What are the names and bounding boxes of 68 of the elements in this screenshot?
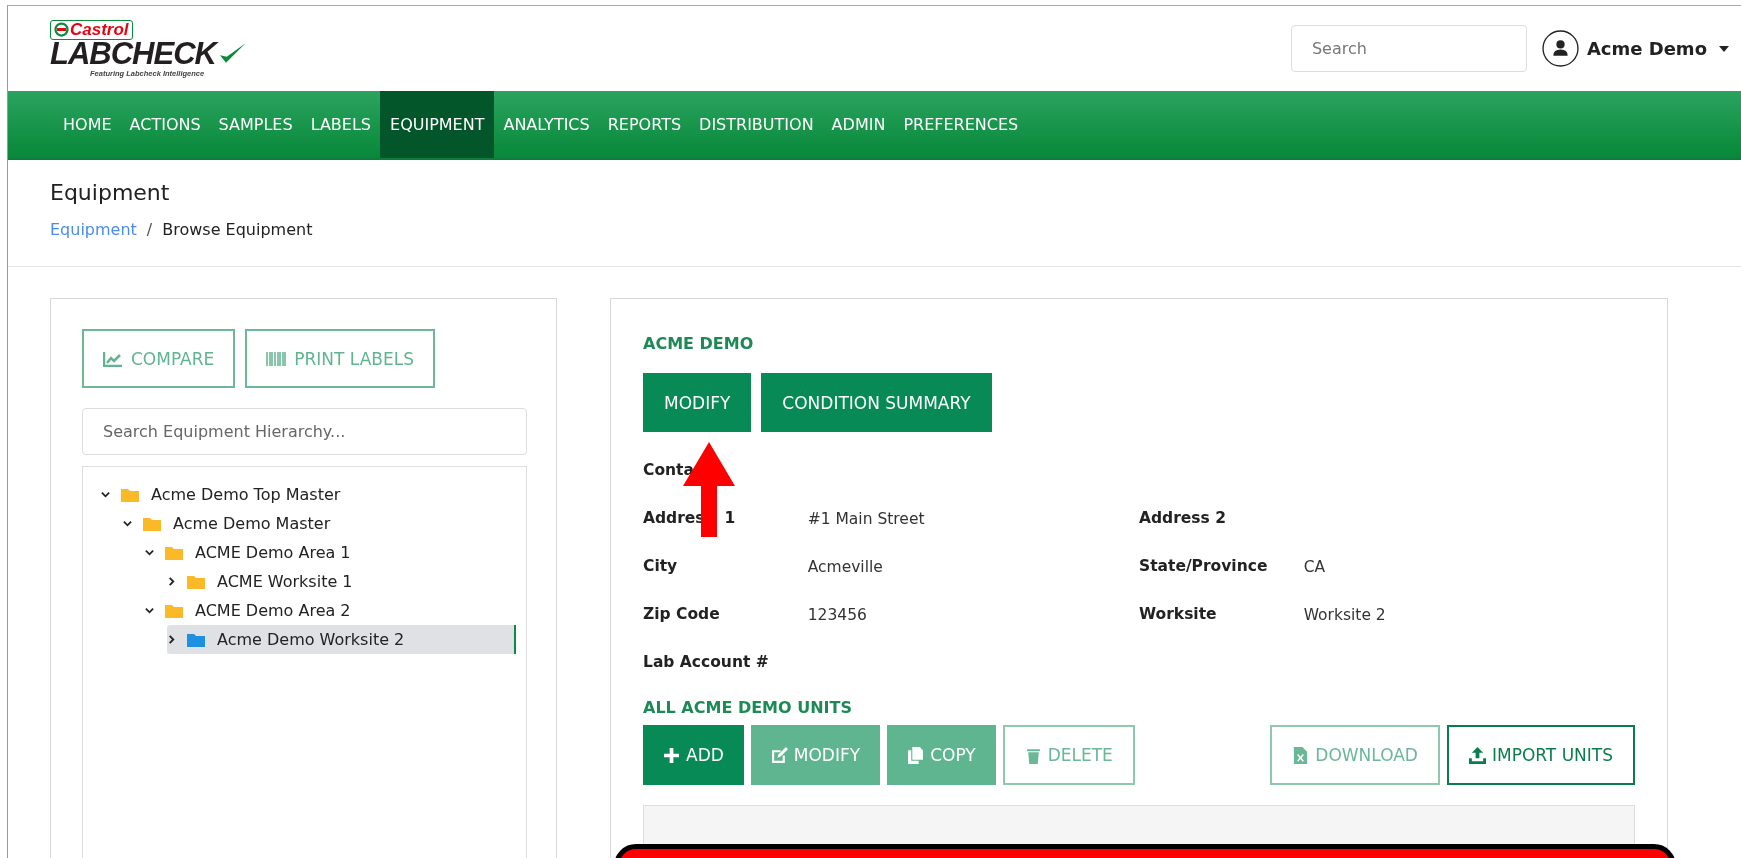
chevron-right-icon[interactable] <box>167 635 176 644</box>
nav-tab[interactable]: PREFERENCES <box>894 91 1028 158</box>
folder-icon <box>187 632 205 647</box>
nav-tab[interactable]: ANALYTICS <box>494 91 599 158</box>
folder-icon <box>143 516 161 531</box>
folder-icon <box>165 603 183 618</box>
field-label: Addres <box>643 509 705 527</box>
spreadsheet-icon <box>1292 746 1310 764</box>
field-label: Address 2 <box>1139 509 1226 527</box>
nav-tab[interactable]: ADMIN <box>822 91 895 158</box>
breadcrumb-current: Browse Equipment <box>162 220 313 239</box>
nav-tab[interactable]: SAMPLES <box>209 91 302 158</box>
tree-item[interactable]: ACME Worksite 1 <box>167 567 526 596</box>
print-labels-button[interactable]: PRINT LABELS <box>245 329 435 388</box>
section-title: ALL ACME DEMO UNITS <box>643 698 853 717</box>
hierarchy-search-field[interactable]: Search Equipment Hierarchy... <box>82 408 527 455</box>
field-label: Zip Code <box>643 605 720 623</box>
field-value: Acmeville <box>807 557 883 576</box>
field-label: Worksite <box>1139 605 1217 623</box>
condition-summary-button[interactable]: CONDITION SUMMARY <box>761 373 992 432</box>
caret-icon <box>1719 45 1729 52</box>
plus-icon <box>663 746 680 764</box>
folder-icon <box>121 487 139 502</box>
user-menu[interactable]: Acme Demo <box>1541 30 1729 67</box>
nav-tab[interactable]: HOME <box>54 91 121 158</box>
field-value: CA <box>1303 557 1326 576</box>
trash-icon <box>1024 746 1042 764</box>
add-button[interactable]: ADD <box>643 725 744 785</box>
field-label: 1 <box>724 509 736 527</box>
field-label: State/Province <box>1139 557 1268 575</box>
barcode-icon <box>266 350 287 367</box>
search-field[interactable]: Search <box>1290 25 1527 72</box>
field-label: Lab Account # <box>643 653 769 671</box>
chevron-right-icon[interactable] <box>167 577 176 586</box>
breadcrumb-link[interactable]: Equipment <box>50 220 137 239</box>
brand-logo: Castrol <box>50 19 133 40</box>
upload-icon <box>1468 746 1486 764</box>
chevron-down-icon[interactable] <box>101 490 110 499</box>
compare-button[interactable]: COMPARE <box>82 329 236 388</box>
import-button[interactable]: IMPORT UNITS <box>1446 725 1635 785</box>
field-label: Conta <box>643 461 694 479</box>
nav-tab[interactable]: LABELS <box>301 91 380 158</box>
breadcrumb-separator: / <box>146 220 153 239</box>
tree-item[interactable]: Acme Demo Worksite 2 <box>167 625 516 654</box>
tree-item[interactable]: ACME Demo Area 1 <box>145 538 526 567</box>
chevron-down-icon[interactable] <box>123 519 132 528</box>
tree-item[interactable]: Acme Demo Top Master <box>101 480 526 509</box>
field-value: 123456 <box>807 605 867 624</box>
copy-icon <box>907 746 925 764</box>
chart-icon <box>103 350 123 367</box>
user-icon <box>1541 30 1579 67</box>
tree-item[interactable]: ACME Demo Area 2 <box>145 596 526 625</box>
nav-tab[interactable]: REPORTS <box>598 91 691 158</box>
nav-tab[interactable]: ACTIONS <box>120 91 210 158</box>
field-label: City <box>643 557 678 575</box>
page-title: Equipment <box>50 180 171 205</box>
nav-tab[interactable]: EQUIPMENT <box>380 91 495 158</box>
chevron-down-icon[interactable] <box>145 548 154 557</box>
modify-button[interactable]: MODIFY <box>643 373 752 432</box>
folder-icon <box>165 545 183 560</box>
edit-icon <box>770 746 788 764</box>
folder-icon <box>187 574 205 589</box>
field-value: #1 Main Street <box>807 509 925 528</box>
chevron-down-icon[interactable] <box>145 606 154 615</box>
tree-item[interactable]: Acme Demo Master <box>123 509 526 538</box>
field-value: Worksite 2 <box>1303 605 1386 624</box>
section-title: ACME DEMO <box>643 334 755 353</box>
nav-tab[interactable]: DISTRIBUTION <box>690 91 823 158</box>
